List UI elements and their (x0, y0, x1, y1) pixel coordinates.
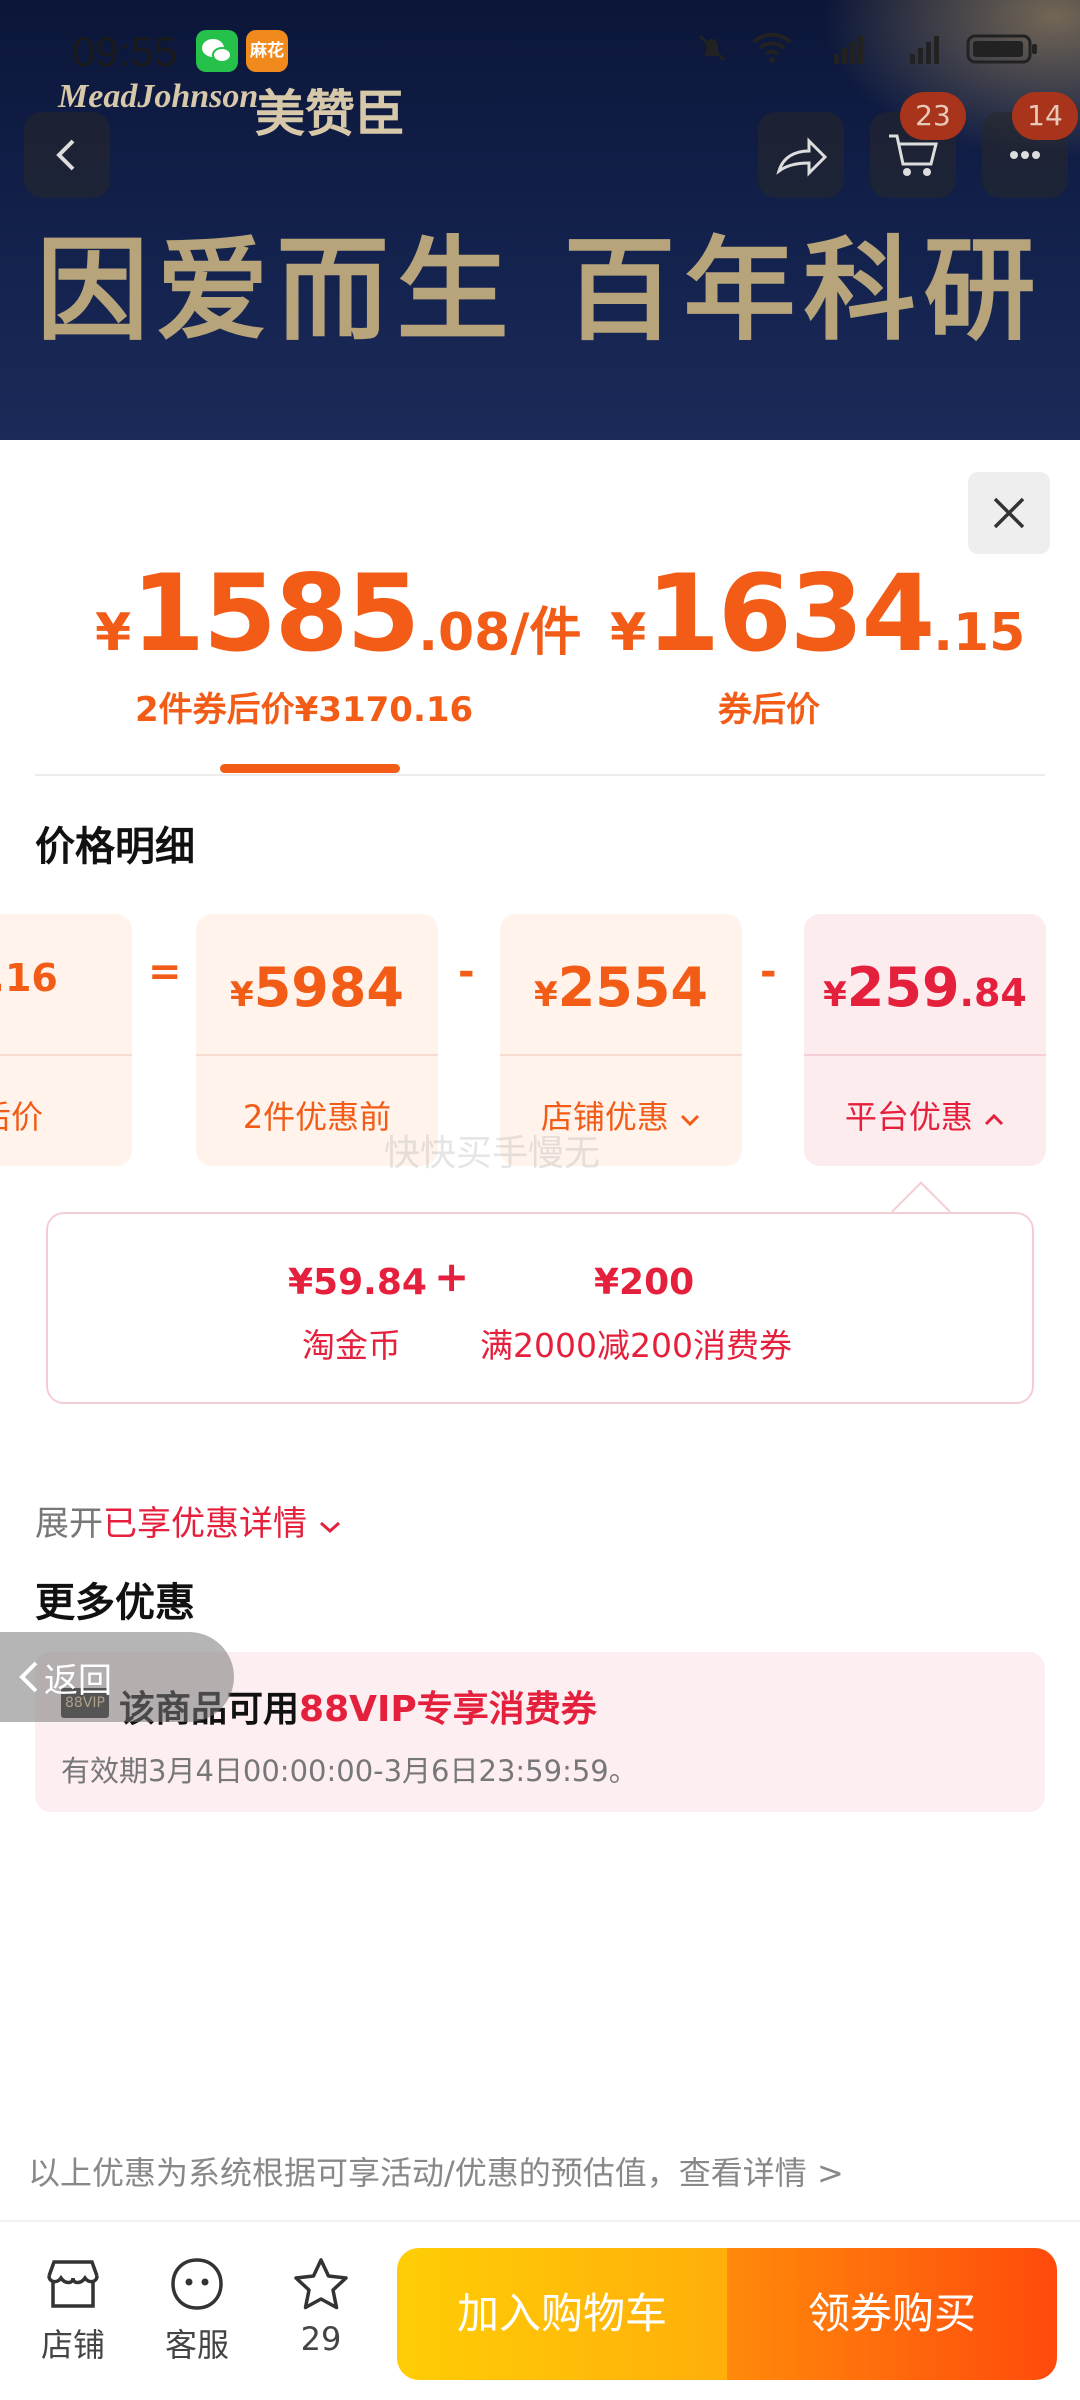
coupon-discount-value: ¥200 (594, 1262, 695, 1303)
coin-discount-value: ¥59.84 (288, 1262, 427, 1303)
status-icons (694, 30, 1040, 71)
mahua-app-icon: 麻花 (246, 30, 288, 72)
signal-4g-icon (890, 30, 946, 71)
chevron-left-icon (56, 139, 75, 171)
wechat-icon (196, 30, 238, 72)
claim-coupon-buy-button[interactable]: 领券购买 (727, 2248, 1057, 2380)
star-icon (294, 2258, 348, 2310)
chevron-left-icon (19, 1661, 38, 1693)
cart-count-badge: 23 (900, 92, 966, 140)
share-icon (776, 137, 828, 177)
price-card-after-coupon: 0.16 后价 (0, 914, 132, 1166)
price-option-single-label: 券后价 (718, 690, 820, 730)
message-count-badge: 14 (1012, 92, 1078, 140)
chevron-down-icon (318, 1504, 342, 1544)
shop-icon (47, 2260, 99, 2308)
chevron-up-icon (983, 1098, 1005, 1136)
price-card-platform-discount[interactable]: ¥259.84 平台优惠 (804, 914, 1046, 1166)
coin-discount-label: 淘金币 (302, 1326, 401, 1365)
price-option-two-items[interactable]: ¥1585.08/件 (95, 552, 581, 675)
plus-sign: + (434, 1252, 470, 1301)
platform-discount-popup: ¥59.84 淘金币 + ¥200 满2000减200消费券 (46, 1212, 1034, 1404)
watermark-text: 快快买手慢无 (384, 1133, 601, 1174)
product-banner: 09:55 麻花 MeadJohnson 美赞臣 因爱而生 百年科研 23 14 (0, 0, 1080, 440)
message-button[interactable]: 14 (982, 92, 1078, 198)
operator-minus-1: - (458, 949, 475, 995)
more-discounts-title: 更多优惠 (35, 1580, 195, 1626)
estimate-disclaimer-link[interactable]: 以上优惠为系统根据可享活动/优惠的预估值，查看详情 > (28, 2148, 844, 2194)
add-to-cart-button[interactable]: 加入购物车 (397, 2248, 727, 2380)
expand-discount-details[interactable]: 展开已享优惠详情 (35, 1496, 342, 1545)
close-icon (993, 497, 1025, 529)
status-time: 09:55 (72, 28, 178, 75)
signal-5g-icon (814, 30, 870, 71)
banner-slogan: 因爱而生 百年科研 (36, 226, 1044, 356)
price-detail-title: 价格明细 (35, 824, 195, 870)
tab-divider (35, 774, 1045, 776)
cart-button[interactable]: 23 (870, 92, 966, 198)
share-button[interactable] (758, 112, 844, 198)
battery-icon (966, 30, 1040, 71)
operator-equals: = (148, 949, 182, 995)
active-tab-indicator (220, 764, 400, 773)
back-nav-button[interactable] (24, 112, 110, 198)
mute-icon (694, 30, 730, 71)
return-button[interactable]: 返回 (0, 1632, 234, 1722)
price-option-single[interactable]: ¥1634.15 (610, 552, 1025, 675)
vip-coupon-validity: 有效期3月4日00:00:00-3月6日23:59:59。 (61, 1754, 638, 1788)
coupon-discount-label: 满2000减200消费券 (480, 1326, 792, 1365)
customer-service-icon (171, 2258, 223, 2310)
close-button[interactable] (968, 472, 1050, 554)
status-bar: 09:55 麻花 (0, 18, 1080, 88)
price-detail-sheet: ¥1585.08/件 2件券后价¥3170.16 ¥1634.15 券后价 价格… (0, 444, 1080, 2400)
wifi-icon (750, 30, 794, 71)
shop-button[interactable]: 店铺 (28, 2256, 118, 2366)
price-option-two-items-label: 2件券后价¥3170.16 (135, 690, 474, 730)
favorite-button[interactable]: 29 (276, 2256, 366, 2358)
chevron-down-icon (679, 1098, 701, 1136)
operator-minus-2: - (760, 949, 777, 995)
bottom-action-bar: 店铺 客服 29 加入购物车 领券购买 (0, 2220, 1080, 2400)
customer-service-button[interactable]: 客服 (152, 2256, 242, 2366)
